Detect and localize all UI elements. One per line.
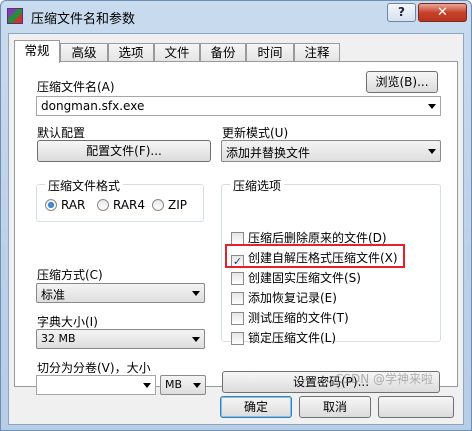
- dialog-client-area: 常规 高级 选项 文件 备份 时间 注释 压缩文件名(A) 浏览(B)... d…: [8, 33, 464, 425]
- add-recovery-record-checkbox[interactable]: 添加恢复记录(E): [231, 289, 337, 306]
- format-zip-label: ZIP: [168, 198, 187, 212]
- archive-format-title: 压缩文件格式: [45, 177, 124, 194]
- split-unit-select[interactable]: MB: [160, 375, 206, 395]
- radio-icon: [97, 199, 109, 211]
- test-archived-files-checkbox[interactable]: 测试压缩的文件(T): [231, 309, 349, 326]
- chevron-down-icon: [192, 291, 200, 296]
- tab-general[interactable]: 常规: [14, 40, 60, 63]
- update-mode-value: 添加并替换文件: [226, 146, 311, 160]
- dictionary-size-value: 32 MB: [41, 332, 76, 345]
- browse-button[interactable]: 浏览(B)...: [366, 71, 438, 93]
- archive-name-value: dongman.sfx.exe: [41, 99, 145, 113]
- close-icon: ✕: [437, 5, 448, 20]
- split-volumes-label: 切分为分卷(V)，大小: [37, 361, 151, 375]
- title-bar[interactable]: 压缩文件名和参数 ? ✕: [1, 1, 471, 33]
- close-button[interactable]: ✕: [418, 3, 467, 22]
- compression-method-value: 标准: [41, 288, 66, 302]
- archive-name-combobox[interactable]: dongman.sfx.exe: [36, 96, 441, 116]
- format-rar4-radio[interactable]: RAR4: [97, 198, 145, 212]
- checkbox-icon: [231, 292, 244, 305]
- checkbox-icon: [231, 272, 244, 285]
- chevron-down-icon: [143, 383, 151, 388]
- archive-options-title: 压缩选项: [230, 177, 285, 194]
- lock-archive-label: 锁定压缩文件(L): [248, 331, 337, 345]
- tab-comment[interactable]: 注释: [294, 43, 340, 62]
- format-zip-radio[interactable]: ZIP: [152, 198, 187, 212]
- compression-method-select[interactable]: 标准: [36, 283, 205, 303]
- ok-button[interactable]: 确定: [220, 396, 292, 418]
- dictionary-size-select[interactable]: 32 MB: [36, 329, 205, 349]
- checkbox-icon: [231, 332, 244, 345]
- split-unit-value: MB: [165, 378, 183, 391]
- split-size-combobox[interactable]: [36, 375, 156, 395]
- tab-advanced[interactable]: 高级: [60, 43, 108, 62]
- default-profile-label: 默认配置: [37, 126, 86, 140]
- test-archived-files-label: 测试压缩的文件(T): [248, 311, 349, 325]
- chevron-down-icon: [428, 104, 436, 109]
- archive-format-group: 压缩文件格式 RAR RAR4 ZIP: [36, 177, 204, 222]
- create-solid-label: 创建固实压缩文件(S): [248, 271, 361, 285]
- tab-files[interactable]: 文件: [154, 43, 200, 62]
- create-solid-checkbox[interactable]: 创建固实压缩文件(S): [231, 269, 361, 286]
- window-title: 压缩文件名和参数: [31, 12, 136, 27]
- dialog-window: 压缩文件名和参数 ? ✕ 常规 高级 选项 文件 备份 时间 注释 压缩文件名(…: [0, 0, 472, 431]
- lock-archive-checkbox[interactable]: 锁定压缩文件(L): [231, 329, 336, 346]
- compression-method-label: 压缩方式(C): [37, 268, 103, 282]
- chevron-down-icon: [428, 149, 436, 154]
- update-mode-label: 更新模式(U): [222, 126, 289, 140]
- tab-options[interactable]: 选项: [108, 43, 154, 62]
- csdn-watermark: CSDN @学神来啦: [335, 372, 434, 386]
- radio-icon: [152, 199, 164, 211]
- checkbox-icon: [231, 312, 244, 325]
- format-rar4-label: RAR4: [113, 198, 146, 212]
- tab-backup[interactable]: 备份: [200, 43, 246, 62]
- format-rar-radio[interactable]: RAR: [45, 198, 85, 212]
- profiles-button[interactable]: 配置文件(F)...: [37, 140, 211, 162]
- delete-after-archiving-label: 压缩后删除原来的文件(D): [248, 231, 387, 245]
- winrar-app-icon: [7, 8, 23, 24]
- format-rar-label: RAR: [61, 198, 86, 212]
- chevron-down-icon: [193, 383, 201, 388]
- cancel-button[interactable]: 取消: [299, 396, 371, 418]
- tab-time[interactable]: 时间: [246, 43, 294, 62]
- update-mode-select[interactable]: 添加并替换文件: [221, 140, 441, 162]
- help-button[interactable]: ?: [387, 3, 416, 22]
- archive-name-label: 压缩文件名(A): [37, 80, 115, 94]
- dictionary-size-label: 字典大小(I): [37, 315, 98, 329]
- red-highlight-box: [225, 244, 405, 268]
- radio-selected-icon: [45, 199, 57, 211]
- add-recovery-record-label: 添加恢复记录(E): [248, 291, 337, 305]
- general-tab-panel: 压缩文件名(A) 浏览(B)... dongman.sfx.exe 默认配置 配…: [14, 61, 458, 395]
- help-bottom-button[interactable]: [378, 396, 454, 418]
- chevron-down-icon: [192, 337, 200, 342]
